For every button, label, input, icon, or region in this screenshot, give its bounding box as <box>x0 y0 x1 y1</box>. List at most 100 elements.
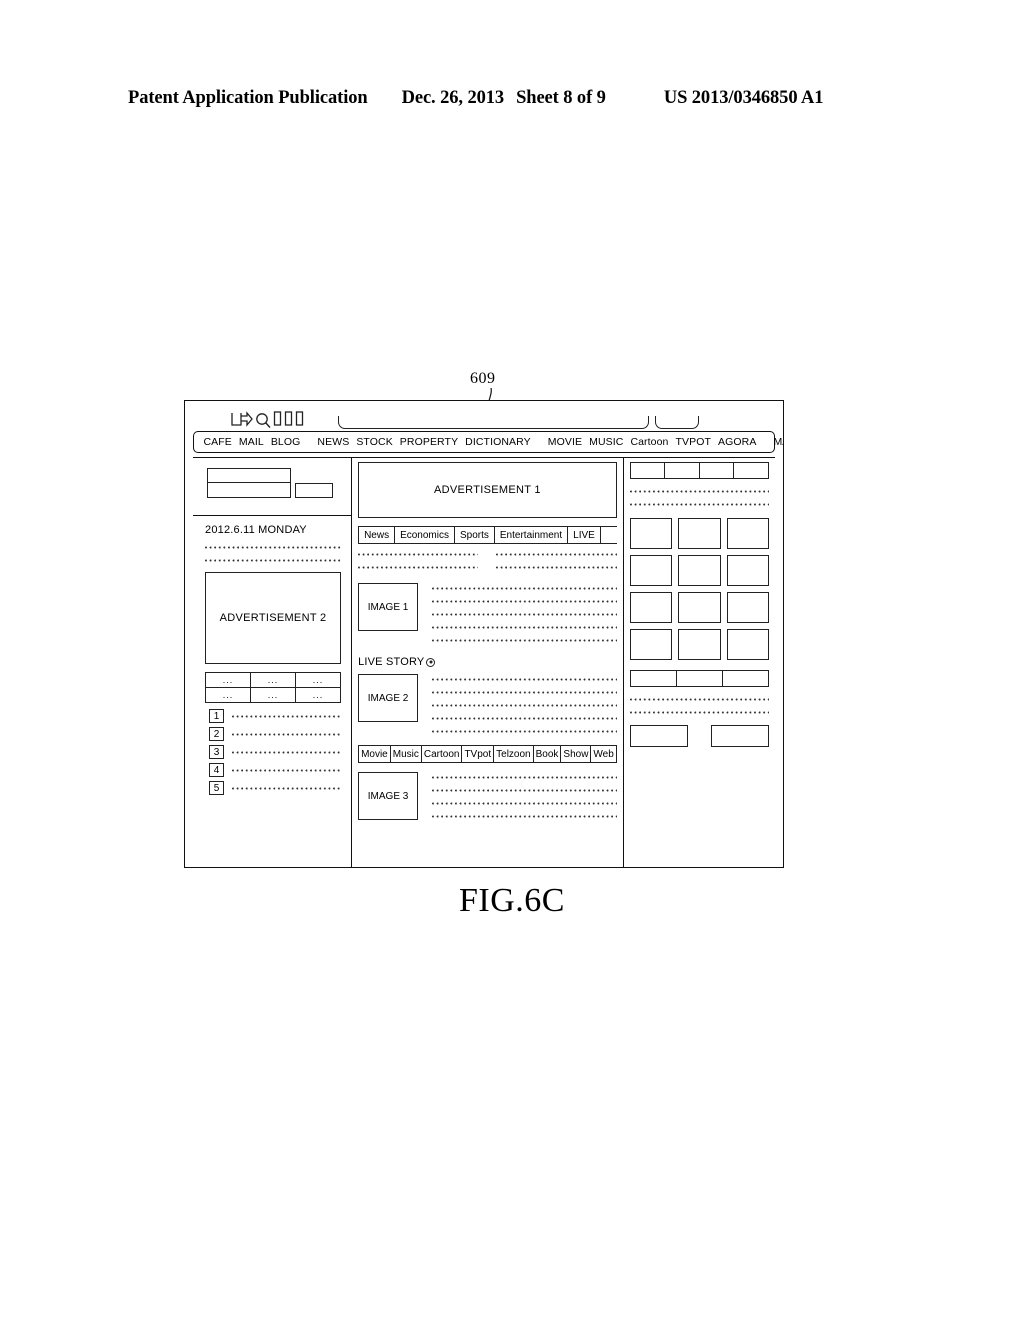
text-line <box>432 611 617 618</box>
thumbnail-item[interactable] <box>726 629 769 660</box>
list-item[interactable]: 2 <box>209 727 342 741</box>
headline-column-left <box>358 551 479 571</box>
right-tab-cell[interactable] <box>665 463 700 478</box>
grid-cell[interactable]: ... <box>251 688 297 703</box>
nav-item-tvpot[interactable]: TVPOT <box>672 436 715 448</box>
list-item[interactable]: 5 <box>209 781 342 795</box>
right-footer-cell[interactable] <box>677 671 723 686</box>
reference-numeral-609: 609 <box>470 370 496 387</box>
advertisement-2[interactable]: ADVERTISEMENT 2 <box>205 572 342 664</box>
toolbar-button-1-icon[interactable] <box>273 411 282 429</box>
thumbnail-item[interactable] <box>678 555 721 586</box>
tab-telzoon[interactable]: Telzoon <box>494 746 534 762</box>
grid-cell[interactable]: ... <box>296 688 342 703</box>
rank-text-line <box>232 730 342 738</box>
image-1-thumbnail[interactable]: IMAGE 1 <box>358 583 419 631</box>
right-tab-cell[interactable] <box>734 463 769 478</box>
grid-cell[interactable]: ... <box>296 673 342 688</box>
search-button[interactable] <box>295 483 333 498</box>
right-footer-cell[interactable] <box>631 671 677 686</box>
grid-cell[interactable]: ... <box>251 673 297 688</box>
nav-item-mail[interactable]: MAIL <box>235 436 267 448</box>
back-forward-icon[interactable] <box>231 411 253 429</box>
text-line <box>432 637 617 644</box>
ranking-list: 1 2 3 4 5 <box>209 709 342 795</box>
text-line <box>496 551 617 558</box>
tab-sports[interactable]: Sports <box>455 527 495 543</box>
tab-live[interactable]: LIVE <box>568 527 601 543</box>
bottom-box[interactable] <box>629 725 688 747</box>
nav-item-music[interactable]: MUSIC <box>586 436 627 448</box>
text-line <box>432 813 617 820</box>
advertisement-1[interactable]: ADVERTISEMENT 1 <box>358 462 617 518</box>
headline-column-right <box>496 551 617 571</box>
page-body: 2012.6.11 MONDAY ADVERTISEMENT 2 ... ...… <box>193 457 775 867</box>
article-image-3-row[interactable]: IMAGE 3 <box>358 772 617 820</box>
media-category-tabs: Movie Music Cartoon TVpot Telzoon Book S… <box>358 745 617 763</box>
tab-cartoon[interactable]: Cartoon <box>422 746 463 762</box>
text-line <box>358 564 479 571</box>
nav-item-stock[interactable]: STOCK <box>353 436 396 448</box>
nav-item-cafe[interactable]: CAFE <box>200 436 235 448</box>
text-line <box>432 702 617 709</box>
live-story-heading[interactable]: LIVE STORY <box>358 656 617 668</box>
toolbar-icon-group <box>231 411 304 429</box>
tab-news[interactable]: News <box>359 527 396 543</box>
image-2-thumbnail[interactable]: IMAGE 2 <box>358 674 419 722</box>
nav-item-movie[interactable]: MOVIE <box>544 436 585 448</box>
tab-movie[interactable]: Movie <box>359 746 391 762</box>
text-line <box>629 488 769 495</box>
text-line <box>205 557 342 564</box>
text-line <box>358 551 479 558</box>
nav-item-dictionary[interactable]: DICTIONARY <box>462 436 535 448</box>
tab-music[interactable]: Music <box>391 746 422 762</box>
tab-entertainment[interactable]: Entertainment <box>495 527 569 543</box>
tab-book[interactable]: Book <box>534 746 562 762</box>
tab-web[interactable]: Web <box>591 746 617 762</box>
nav-item-cartoon[interactable]: Cartoon <box>627 436 672 448</box>
tab-show[interactable]: Show <box>561 746 592 762</box>
thumbnail-item[interactable] <box>678 592 721 623</box>
thumbnail-item[interactable] <box>726 518 769 549</box>
right-footer-cell[interactable] <box>723 671 769 686</box>
text-line <box>432 689 617 696</box>
list-item[interactable]: 3 <box>209 745 342 759</box>
search-input[interactable] <box>207 483 291 498</box>
right-tab-cell[interactable] <box>631 463 666 478</box>
article-image-1-row[interactable]: IMAGE 1 <box>358 583 617 644</box>
nav-item-blog[interactable]: BLOG <box>267 436 304 448</box>
tab-tvpot[interactable]: TVpot <box>462 746 495 762</box>
right-bottom-boxes <box>629 725 769 747</box>
toolbar-button-3-icon[interactable] <box>295 411 304 429</box>
address-bar-input[interactable] <box>338 416 649 429</box>
thumbnail-item[interactable] <box>678 518 721 549</box>
nav-item-map[interactable]: MAP <box>770 436 783 448</box>
text-line <box>432 774 617 781</box>
nav-group-4: MAP TRAVEL VIEW MORE ▽ <box>770 436 783 448</box>
thumbnail-item[interactable] <box>629 592 673 623</box>
thumbnail-item[interactable] <box>629 555 673 586</box>
thumbnail-item[interactable] <box>629 629 673 660</box>
list-item[interactable]: 4 <box>209 763 342 777</box>
article-image-2-row[interactable]: IMAGE 2 <box>358 674 617 735</box>
thumbnail-item[interactable] <box>726 555 769 586</box>
nav-item-agora[interactable]: AGORA <box>715 436 760 448</box>
text-line <box>432 787 617 794</box>
rank-number: 3 <box>209 745 224 759</box>
bottom-box[interactable] <box>711 725 769 747</box>
grid-cell[interactable]: ... <box>206 673 252 688</box>
tab-economics[interactable]: Economics <box>395 527 455 543</box>
nav-item-property[interactable]: PROPERTY <box>396 436 461 448</box>
toolbar-go-button[interactable] <box>655 416 699 429</box>
image-3-thumbnail[interactable]: IMAGE 3 <box>358 772 419 820</box>
search-icon[interactable] <box>255 411 271 429</box>
grid-cell[interactable]: ... <box>206 688 252 703</box>
thumbnail-item[interactable] <box>726 592 769 623</box>
nav-item-news[interactable]: NEWS <box>314 436 353 448</box>
toolbar-button-2-icon[interactable] <box>284 411 293 429</box>
date-zone: 2012.6.11 MONDAY <box>193 516 351 564</box>
right-tab-cell[interactable] <box>700 463 735 478</box>
thumbnail-item[interactable] <box>678 629 721 660</box>
list-item[interactable]: 1 <box>209 709 342 723</box>
thumbnail-item[interactable] <box>629 518 673 549</box>
